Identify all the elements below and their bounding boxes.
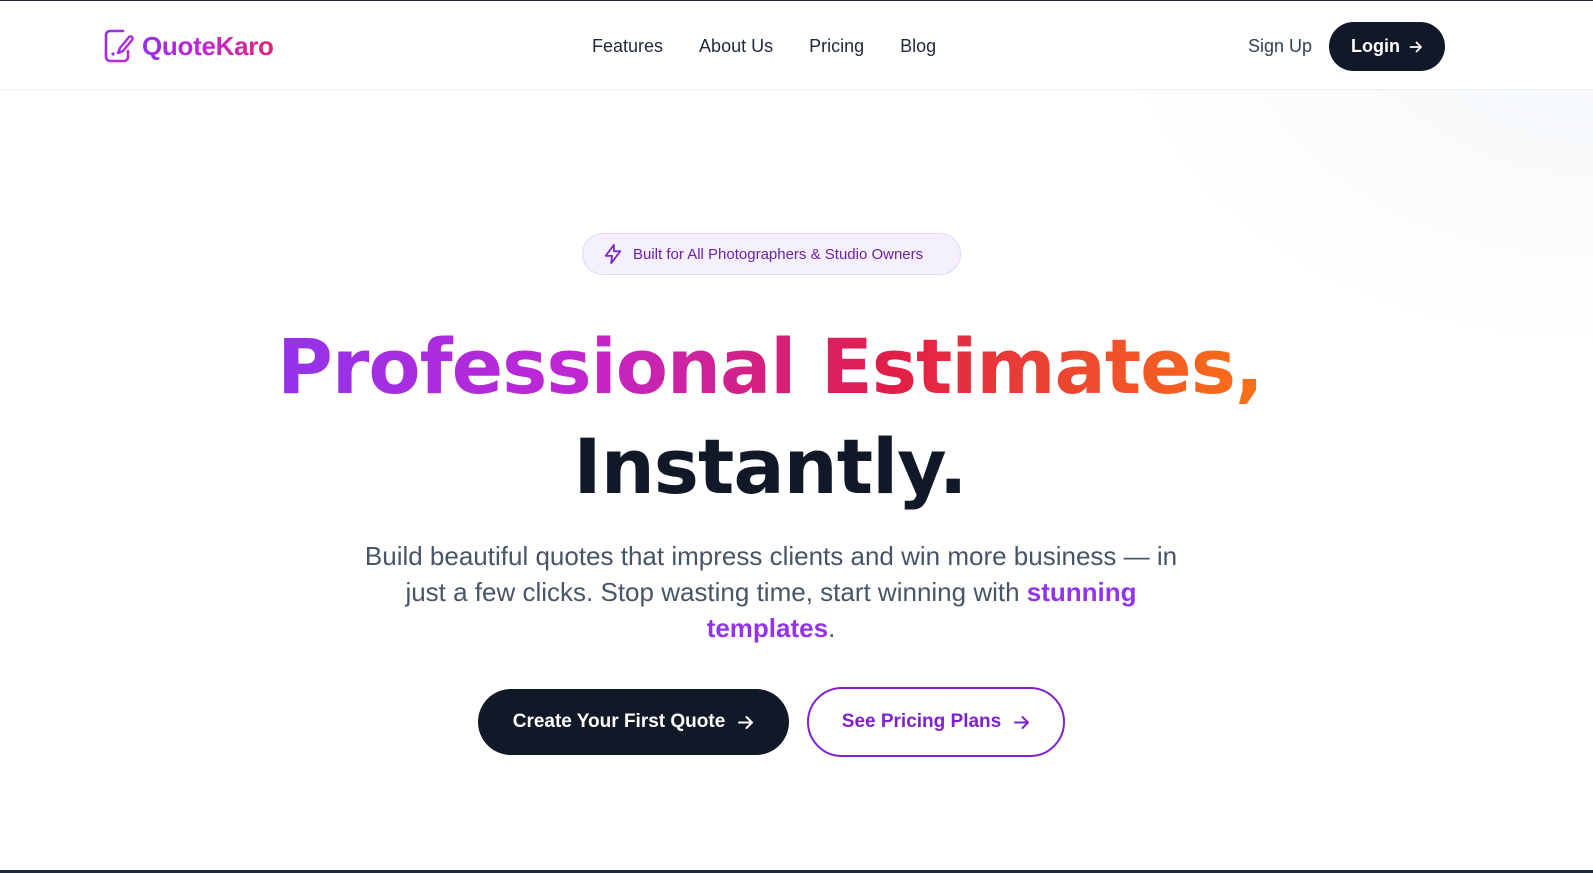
nav-link-features[interactable]: Features	[592, 35, 663, 57]
sign-up-link[interactable]: Sign Up	[1248, 35, 1312, 57]
subtitle-end: .	[828, 613, 836, 643]
nav-link-about-us[interactable]: About Us	[699, 35, 773, 57]
badge-text: Built for All Photographers & Studio Own…	[633, 245, 924, 263]
create-quote-label: Create Your First Quote	[512, 711, 726, 732]
audience-badge: Built for All Photographers & Studio Own…	[582, 233, 961, 275]
brand-name: QuoteKaro	[142, 30, 274, 61]
arrow-right-icon	[1014, 715, 1030, 729]
see-pricing-button[interactable]: See Pricing Plans	[807, 687, 1065, 757]
hero-subtitle: Build beautiful quotes that impress clie…	[345, 538, 1197, 646]
nav-link-blog[interactable]: Blog	[900, 35, 936, 57]
create-quote-button[interactable]: Create Your First Quote	[478, 689, 789, 755]
login-button[interactable]: Login	[1329, 22, 1445, 71]
headline-gradient-text: Professional Estimates,	[277, 322, 1264, 411]
lightning-icon	[604, 243, 622, 265]
top-navbar: QuoteKaro Features About Us Pricing Blog…	[0, 1, 1593, 90]
hero-headline-plain: Instantly.	[573, 422, 967, 511]
arrow-right-icon	[1409, 41, 1422, 52]
primary-nav: Features About Us Pricing Blog	[592, 35, 972, 57]
landing-page: QuoteKaro Features About Us Pricing Blog…	[0, 0, 1593, 873]
file-pen-icon	[104, 29, 134, 63]
nav-link-pricing[interactable]: Pricing	[809, 35, 864, 57]
arrow-right-icon	[738, 715, 754, 729]
see-pricing-label: See Pricing Plans	[841, 711, 1002, 732]
login-button-label: Login	[1351, 36, 1400, 56]
brand-logo-link[interactable]: QuoteKaro	[103, 29, 274, 63]
hero-headline-gradient: Professional Estimates,	[0, 319, 1540, 415]
